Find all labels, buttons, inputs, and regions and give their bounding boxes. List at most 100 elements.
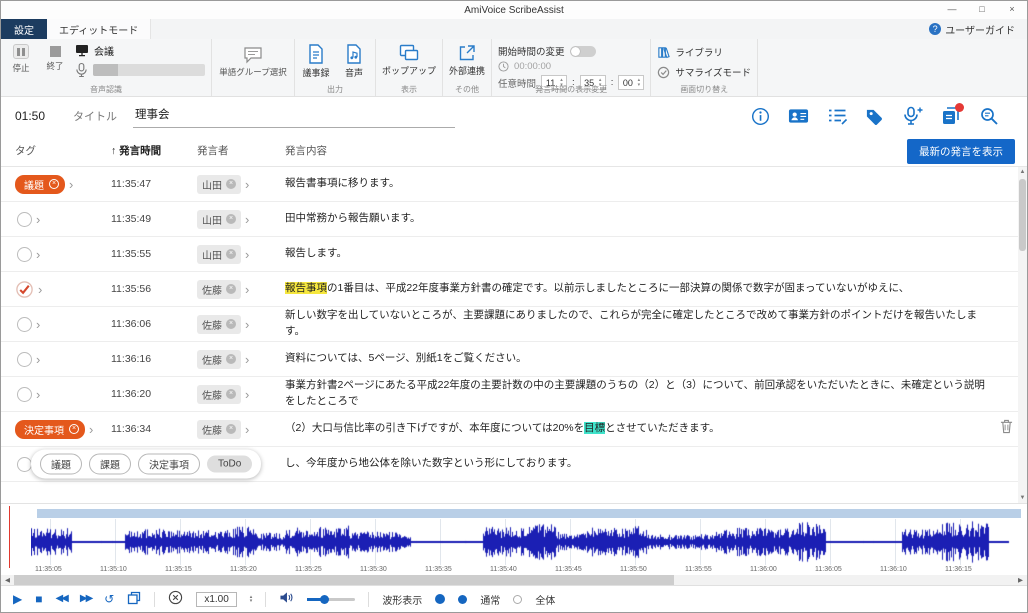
speaker-chip[interactable]: 山田×: [197, 210, 241, 229]
close-button[interactable]: ×: [997, 1, 1027, 19]
remove-speaker-icon[interactable]: ×: [226, 284, 236, 294]
volume-icon[interactable]: [279, 591, 294, 607]
scrollbar-thumb[interactable]: [1019, 179, 1026, 251]
remove-speaker-icon[interactable]: ×: [226, 354, 236, 364]
table-row[interactable]: › 11:36:06 佐藤× › 新しい数字を出していないところが、主要課題にあ…: [1, 307, 1027, 342]
summarize-mode-button[interactable]: サマライズモード: [657, 65, 751, 79]
waveform-display-toggle[interactable]: [435, 594, 445, 604]
remove-tag-icon[interactable]: ×: [69, 424, 79, 434]
remove-tag-icon[interactable]: ×: [49, 179, 59, 189]
remove-speaker-icon[interactable]: ×: [226, 214, 236, 224]
tag-option-decision[interactable]: 決定事項: [138, 454, 200, 475]
volume-slider[interactable]: [307, 598, 355, 601]
memo-icon[interactable]: [826, 106, 847, 127]
speaker-chip[interactable]: 佐藤×: [197, 315, 241, 334]
table-row[interactable]: › 11:35:49 山田× › 田中常務から報告願います。: [1, 202, 1027, 237]
remove-speaker-icon[interactable]: ×: [226, 249, 236, 259]
header-speaker[interactable]: 発言者: [197, 143, 285, 158]
repeat-button[interactable]: ↺: [104, 593, 114, 605]
expand-chevron-icon[interactable]: ›: [69, 177, 73, 192]
speaker-chevron-icon[interactable]: ›: [245, 317, 249, 332]
tag-badge[interactable]: 議題×: [15, 175, 65, 194]
speaker-chip[interactable]: 佐藤×: [197, 280, 241, 299]
tag-option-issue[interactable]: 課題: [89, 454, 131, 475]
utterance-text[interactable]: 報告書事項に移ります。: [285, 176, 1027, 192]
table-row[interactable]: › 11:35:56 佐藤× › 報告事項の1番目は、平成22年度事業方針書の確…: [1, 272, 1027, 307]
copy-button[interactable]: [127, 591, 141, 608]
hscrollbar-thumb[interactable]: [14, 575, 674, 585]
utterance-text[interactable]: 報告事項の1番目は、平成22年度事業方針書の確定です。以前示しましたところに一部…: [285, 281, 1027, 297]
utterance-text[interactable]: 事業方針書2ページにあたる平成22年度の主要計数の中の主要課題のうちの（2）と（…: [285, 378, 1027, 410]
tag-circle[interactable]: [17, 247, 32, 262]
popup-button[interactable]: ポップアップ: [382, 42, 436, 77]
speaker-chevron-icon[interactable]: ›: [245, 352, 249, 367]
expand-chevron-icon[interactable]: ›: [36, 317, 40, 332]
table-row[interactable]: › 11:35:55 山田× › 報告します。: [1, 237, 1027, 272]
speaker-chevron-icon[interactable]: ›: [245, 177, 249, 192]
start-time-toggle[interactable]: [570, 46, 596, 57]
expand-chevron-icon[interactable]: ›: [36, 352, 40, 367]
external-link-button[interactable]: 外部連携: [449, 42, 485, 77]
speaker-chevron-icon[interactable]: ›: [245, 212, 249, 227]
waveform-selection-bar[interactable]: [37, 509, 1021, 518]
header-time[interactable]: ↑ 発言時間: [111, 143, 197, 158]
volume-knob[interactable]: [320, 595, 329, 604]
tag-option-agenda[interactable]: 議題: [40, 454, 82, 475]
speaker-chevron-icon[interactable]: ›: [245, 282, 249, 297]
speaker-chip[interactable]: 佐藤×: [197, 385, 241, 404]
checked-circle-icon[interactable]: [15, 280, 34, 299]
scroll-left-icon[interactable]: ◀: [1, 576, 14, 584]
delete-row-icon[interactable]: [1000, 419, 1013, 439]
stop-button[interactable]: ■: [35, 593, 42, 605]
table-row[interactable]: し、今年度から地公体を除いた数字という形にしております。 議題 課題 決定事項 …: [1, 447, 1027, 482]
speaker-chevron-icon[interactable]: ›: [245, 422, 249, 437]
rewind-button[interactable]: ◀◀: [55, 594, 66, 604]
audio-export-button[interactable]: 音声: [339, 42, 369, 79]
scroll-down-icon[interactable]: ▼: [1020, 493, 1026, 503]
speed-stepper[interactable]: ▴▾: [250, 595, 253, 604]
expand-chevron-icon[interactable]: ›: [36, 247, 40, 262]
expand-chevron-icon[interactable]: ›: [36, 387, 40, 402]
remove-speaker-icon[interactable]: ×: [226, 389, 236, 399]
scroll-right-icon[interactable]: ▶: [1014, 576, 1027, 584]
speaker-chip[interactable]: 山田×: [197, 175, 241, 194]
table-scrollbar[interactable]: ▲ ▼: [1018, 167, 1027, 503]
utterance-text[interactable]: 田中常務から報告願います。: [285, 211, 1027, 227]
remove-speaker-icon[interactable]: ×: [226, 319, 236, 329]
meeting-source[interactable]: 会議: [75, 43, 205, 58]
stop-button[interactable]: 停止: [7, 42, 35, 78]
maximize-button[interactable]: □: [967, 1, 997, 19]
show-latest-button[interactable]: 最新の発言を表示: [907, 139, 1015, 164]
minutes-button[interactable]: 議事録: [301, 42, 331, 79]
speaker-chevron-icon[interactable]: ›: [245, 247, 249, 262]
tab-settings[interactable]: 設定: [1, 19, 47, 39]
speaker-chevron-icon[interactable]: ›: [245, 387, 249, 402]
expand-chevron-icon[interactable]: ›: [36, 212, 40, 227]
playhead-line[interactable]: [9, 506, 10, 568]
user-guide-button[interactable]: ? ユーザーガイド: [917, 19, 1027, 39]
scroll-up-icon[interactable]: ▲: [1020, 167, 1026, 177]
library-button[interactable]: ライブラリ: [657, 45, 751, 59]
expand-chevron-icon[interactable]: ›: [89, 422, 93, 437]
title-input[interactable]: 理事会: [133, 104, 455, 128]
tag-circle[interactable]: [17, 212, 32, 227]
waveform-canvas[interactable]: [31, 519, 1011, 565]
speaker-chip[interactable]: 佐藤×: [197, 420, 241, 439]
tag-circle[interactable]: [17, 352, 32, 367]
mode-all-label[interactable]: 全体: [535, 592, 555, 607]
forward-button[interactable]: ▶▶: [80, 594, 91, 604]
playback-speed-value[interactable]: x1.00: [196, 592, 236, 607]
mic-add-icon[interactable]: [902, 106, 923, 127]
mode-all-radio[interactable]: [513, 595, 522, 604]
search-icon[interactable]: [978, 106, 999, 127]
waveform-scrollbar[interactable]: ◀ ▶: [1, 575, 1027, 585]
notification-icon[interactable]: [940, 106, 961, 127]
mode-normal-radio[interactable]: [458, 595, 467, 604]
speaker-chip[interactable]: 山田×: [197, 245, 241, 264]
expand-chevron-icon[interactable]: ›: [38, 282, 42, 297]
utterance-text[interactable]: 新しい数字を出していないところが、主要課題にありましたので、これらが完全に確定し…: [285, 308, 1027, 340]
table-row[interactable]: 決定事項× › 11:36:34 佐藤× › （2）大口与信比率の引き下げですが…: [1, 412, 1027, 447]
tag-circle[interactable]: [17, 387, 32, 402]
utterance-text[interactable]: （2）大口与信比率の引き下げですが、本年度については20%を目標とさせていただき…: [285, 421, 1027, 437]
table-row[interactable]: 議題× › 11:35:47 山田× › 報告書事項に移ります。: [1, 167, 1027, 202]
